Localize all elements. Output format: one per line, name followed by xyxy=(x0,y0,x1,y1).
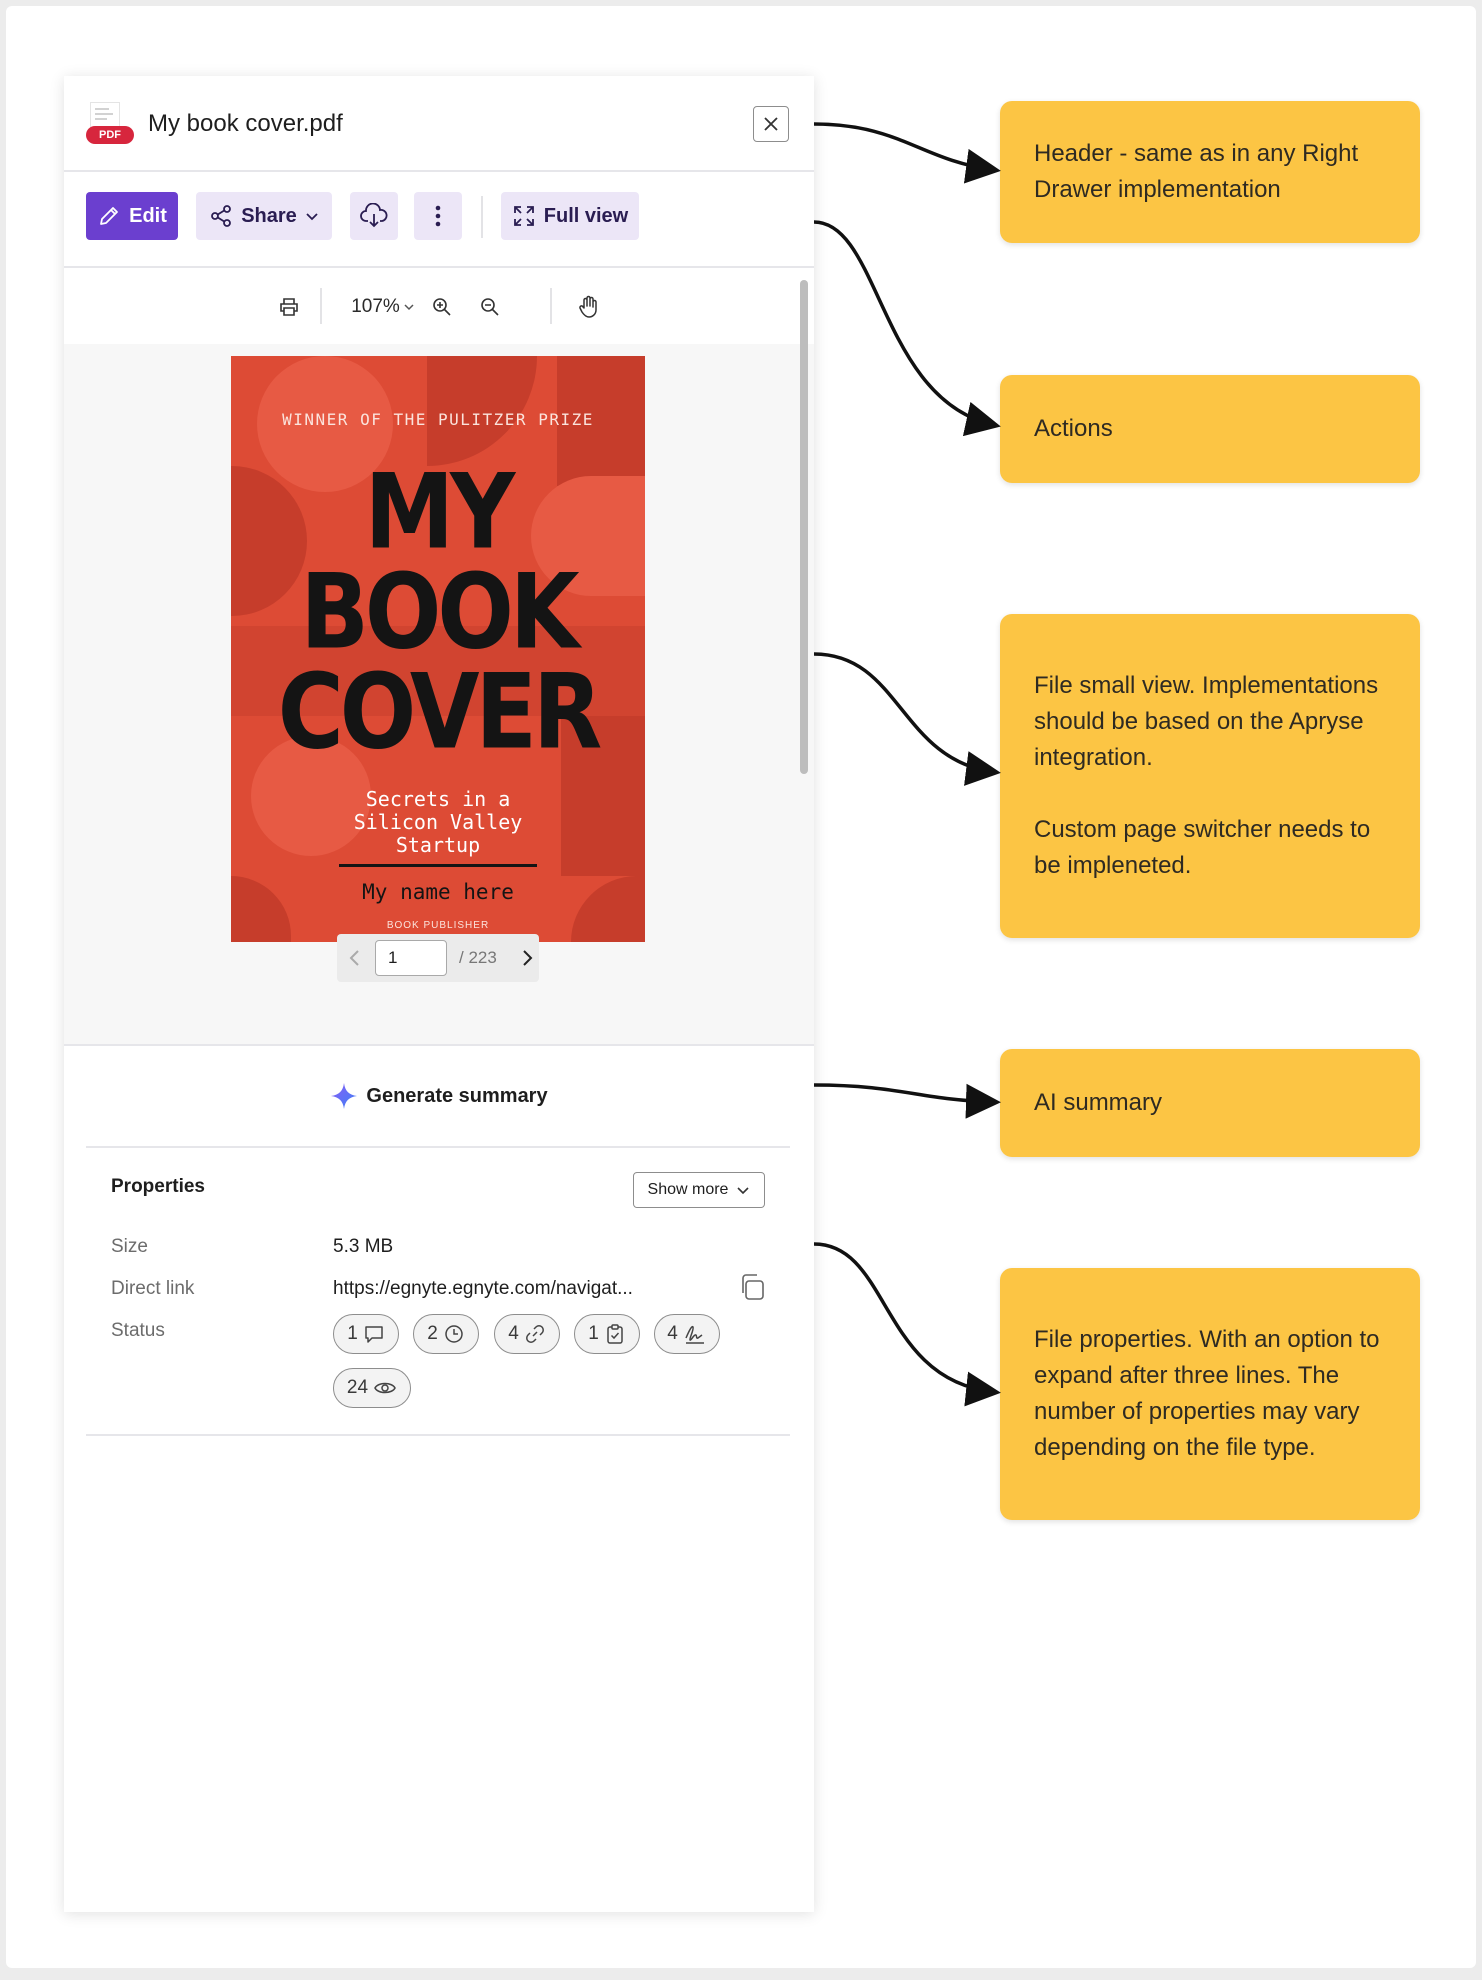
cover-title-line: BOOK xyxy=(300,552,579,673)
hand-icon xyxy=(579,295,597,318)
note-ai-summary-text: AI summary xyxy=(1034,1089,1163,1116)
pdf-badge: PDF xyxy=(86,126,134,144)
status-chip-comments[interactable]: 1 xyxy=(333,1314,399,1354)
note-file-view-text: File small view. Implementations should … xyxy=(1034,672,1379,771)
note-actions-text: Actions xyxy=(1034,415,1113,442)
clipboard-check-icon xyxy=(607,1324,623,1344)
chip-count: 4 xyxy=(508,1323,519,1344)
chevron-down-icon xyxy=(737,1187,750,1195)
status-label: Status xyxy=(111,1320,165,1341)
cover-title-line: COVER xyxy=(277,652,603,773)
show-more-button[interactable]: Show more xyxy=(633,1172,765,1208)
edit-label: Edit xyxy=(129,204,167,227)
generate-summary-button[interactable]: Generate summary xyxy=(64,1048,814,1144)
note-file-properties-text: File properties. With an option to expan… xyxy=(1034,1326,1380,1461)
zoom-out-button[interactable] xyxy=(476,292,504,322)
chip-count: 2 xyxy=(427,1323,438,1344)
page-number-input[interactable]: 1 xyxy=(375,940,447,976)
size-label: Size xyxy=(111,1236,148,1257)
cover-publisher: BOOK PUBLISHER xyxy=(386,920,490,931)
status-chip-signatures[interactable]: 4 xyxy=(654,1314,720,1354)
share-button[interactable]: Share xyxy=(196,192,332,240)
section-divider xyxy=(86,1146,790,1148)
chevron-down-icon xyxy=(404,304,414,311)
cover-subtitle-line: Secrets in a xyxy=(365,787,511,811)
close-button[interactable] xyxy=(753,106,789,142)
section-divider xyxy=(86,1434,790,1436)
page-switcher: 1 / 223 xyxy=(337,934,539,982)
zoom-value: 107% xyxy=(351,296,400,317)
zoom-out-icon xyxy=(481,298,499,316)
pdf-file-icon: PDF xyxy=(86,102,134,150)
next-page-button[interactable] xyxy=(515,946,539,970)
page-total: / 223 xyxy=(459,948,497,967)
book-cover-page: WINNER OF THE PULITZER PRIZE MY BOOK COV… xyxy=(231,356,645,942)
cover-title-line: MY xyxy=(364,452,516,573)
cover-author: My name here xyxy=(362,880,514,904)
pan-tool-button[interactable] xyxy=(574,292,604,322)
chevron-down-icon xyxy=(306,213,318,221)
note-file-view-text: Custom page switcher needs to be implene… xyxy=(1034,816,1371,879)
link-icon xyxy=(525,1325,544,1343)
note-header: Header - same as in any Right Drawer imp… xyxy=(1000,101,1420,243)
properties-title: Properties xyxy=(111,1176,205,1197)
chip-count: 1 xyxy=(588,1323,599,1344)
comment-icon xyxy=(365,1326,383,1343)
zoom-select[interactable]: 107% xyxy=(350,292,416,322)
pencil-icon xyxy=(100,207,119,225)
note-header-text: Header - same as in any Right Drawer imp… xyxy=(1034,140,1359,203)
previous-page-button[interactable] xyxy=(343,946,367,970)
status-chip-views[interactable]: 24 xyxy=(333,1368,411,1408)
clock-icon xyxy=(445,1325,463,1343)
note-file-view: File small view. Implementations should … xyxy=(1000,614,1420,938)
right-drawer: PDF My book cover.pdf Edit Share Full vi… xyxy=(64,76,814,1912)
cover-subtitle-line: Silicon Valley xyxy=(353,810,523,834)
cover-divider xyxy=(339,864,537,867)
viewer-divider xyxy=(320,288,322,324)
file-preview: 107% WINNER OF THE PULITZER PRIZE MY BOO… xyxy=(64,270,814,1046)
print-button[interactable] xyxy=(274,292,304,322)
status-chip-tasks[interactable]: 1 xyxy=(574,1314,640,1354)
signature-icon xyxy=(685,1325,704,1344)
actions-toolbar: Edit Share Full view xyxy=(64,172,814,268)
direct-link-value[interactable]: https://egnyte.egnyte.com/navigat... xyxy=(333,1278,633,1300)
zoom-in-button[interactable] xyxy=(428,292,456,322)
drawer-header: PDF My book cover.pdf xyxy=(64,76,814,172)
note-ai-summary: AI summary xyxy=(1000,1049,1420,1157)
close-icon xyxy=(764,117,778,131)
status-chip-links[interactable]: 4 xyxy=(494,1314,560,1354)
chip-count: 24 xyxy=(346,1377,369,1398)
viewer-scrollbar[interactable] xyxy=(800,280,808,774)
cover-subtitle-line: Startup xyxy=(395,833,481,857)
full-view-label: Full view xyxy=(543,204,629,227)
cover-award: WINNER OF THE PULITZER PRIZE xyxy=(282,410,594,429)
more-vertical-icon xyxy=(435,205,441,227)
note-file-properties: File properties. With an option to expan… xyxy=(1000,1268,1420,1520)
share-label: Share xyxy=(241,204,297,227)
show-more-label: Show more xyxy=(647,1181,729,1198)
generate-summary-label: Generate summary xyxy=(366,1084,548,1107)
share-icon xyxy=(211,205,232,227)
download-button[interactable] xyxy=(350,192,398,240)
edit-button[interactable]: Edit xyxy=(86,192,178,240)
toolbar-divider xyxy=(481,196,483,238)
print-icon xyxy=(280,298,298,316)
viewer-divider xyxy=(550,288,552,324)
cloud-download-icon xyxy=(360,203,388,228)
full-view-button[interactable]: Full view xyxy=(501,192,639,240)
chip-count: 1 xyxy=(347,1323,358,1344)
eye-icon xyxy=(374,1382,396,1394)
chip-count: 4 xyxy=(667,1323,678,1344)
zoom-in-icon xyxy=(433,298,451,316)
direct-link-label: Direct link xyxy=(111,1278,195,1299)
size-value: 5.3 MB xyxy=(333,1236,394,1257)
more-options-button[interactable] xyxy=(414,192,462,240)
expand-icon xyxy=(513,206,534,226)
copy-icon[interactable] xyxy=(737,1272,767,1302)
sparkle-icon xyxy=(331,1083,358,1109)
file-title: My book cover.pdf xyxy=(148,110,343,137)
status-chip-reminders[interactable]: 2 xyxy=(413,1314,479,1354)
viewer-toolbar: 107% xyxy=(64,270,814,344)
note-actions: Actions xyxy=(1000,375,1420,483)
